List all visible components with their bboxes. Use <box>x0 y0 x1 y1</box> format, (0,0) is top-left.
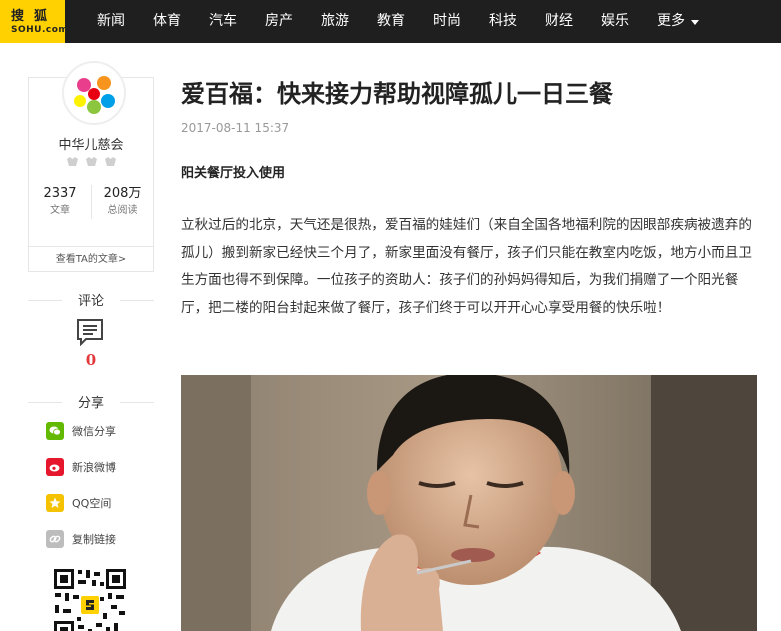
badge-icon <box>86 157 97 166</box>
share-wechat-label: 微信分享 <box>72 425 116 438</box>
share-qzone-label: QQ空间 <box>72 497 112 510</box>
badge-icon <box>67 157 78 166</box>
qr-code <box>53 568 127 631</box>
share-section-title: 分享 <box>28 392 154 411</box>
articles-count: 2337 <box>43 186 77 201</box>
sohu-logo[interactable]: 搜狐 SOHU.com <box>0 0 69 43</box>
weibo-icon <box>46 458 64 476</box>
nav-item-education[interactable]: 教育 <box>363 0 419 43</box>
stat-views: 208万 总阅读 <box>91 185 153 219</box>
logo-text-cn: 搜狐 <box>11 9 58 24</box>
nav-item-tech[interactable]: 科技 <box>475 0 531 43</box>
share-weibo-button[interactable]: 新浪微博 <box>46 457 116 477</box>
comment-icon[interactable] <box>76 318 104 346</box>
nav-item-auto[interactable]: 汽车 <box>195 0 251 43</box>
charity-logo-icon <box>65 64 123 122</box>
stat-articles: 2337 文章 <box>29 185 91 219</box>
badge-icon <box>105 157 116 166</box>
wechat-icon <box>46 422 64 440</box>
article-title: 爱百福：快来接力帮助视障孤儿一日三餐 <box>181 80 613 108</box>
copy-link-label: 复制链接 <box>72 533 116 546</box>
nav-item-house[interactable]: 房产 <box>251 0 307 43</box>
article-photo-image <box>181 375 757 631</box>
nav-more-label: 更多 <box>657 13 685 29</box>
chevron-down-icon <box>691 20 699 25</box>
nav-more-button[interactable]: 更多 <box>643 0 713 43</box>
author-badges <box>66 156 117 167</box>
top-nav-bar: 搜狐 SOHU.com 新闻 体育 汽车 房产 旅游 教育 时尚 科技 财经 娱… <box>0 0 781 43</box>
share-weibo-label: 新浪微博 <box>72 461 116 474</box>
views-count: 208万 <box>103 186 142 201</box>
article-subheading: 阳关餐厅投入使用 <box>181 166 286 181</box>
articles-label: 文章 <box>50 205 70 216</box>
views-label: 总阅读 <box>107 205 138 216</box>
author-name[interactable]: 中华儿慈会 <box>29 134 153 153</box>
author-stats: 2337 文章 208万 总阅读 <box>29 185 153 219</box>
view-author-articles-link[interactable]: 查看TA的文章> <box>29 246 153 272</box>
share-qzone-button[interactable]: QQ空间 <box>46 493 111 513</box>
nav-item-entertainment[interactable]: 娱乐 <box>587 0 643 43</box>
nav-item-fashion[interactable]: 时尚 <box>419 0 475 43</box>
nav-item-finance[interactable]: 财经 <box>531 0 587 43</box>
author-card: 中华儿慈会 2337 文章 208万 总阅读 查看TA的文章> <box>28 61 154 272</box>
comment-count[interactable]: 0 <box>28 351 154 369</box>
author-avatar[interactable] <box>62 61 126 125</box>
channel-nav: 新闻 体育 汽车 房产 旅游 教育 时尚 科技 财经 娱乐 更多 <box>83 0 713 43</box>
qzone-icon <box>46 494 64 512</box>
share-wechat-button[interactable]: 微信分享 <box>46 421 116 441</box>
nav-item-sports[interactable]: 体育 <box>139 0 195 43</box>
comments-section-title: 评论 <box>28 290 154 309</box>
logo-text-en: SOHU.com <box>11 25 69 35</box>
copy-link-button[interactable]: 复制链接 <box>46 529 116 549</box>
article-photo[interactable] <box>181 375 757 631</box>
qr-code-image <box>53 568 127 631</box>
article-paragraph: 立秋过后的北京，天气还是很热，爱百福的娃娃们（来自全国各地福利院的因眼部疾病被遗… <box>181 217 752 316</box>
nav-item-news[interactable]: 新闻 <box>83 0 139 43</box>
link-icon <box>46 530 64 548</box>
publish-date: 2017-08-11 15:37 <box>181 121 290 135</box>
nav-item-travel[interactable]: 旅游 <box>307 0 363 43</box>
